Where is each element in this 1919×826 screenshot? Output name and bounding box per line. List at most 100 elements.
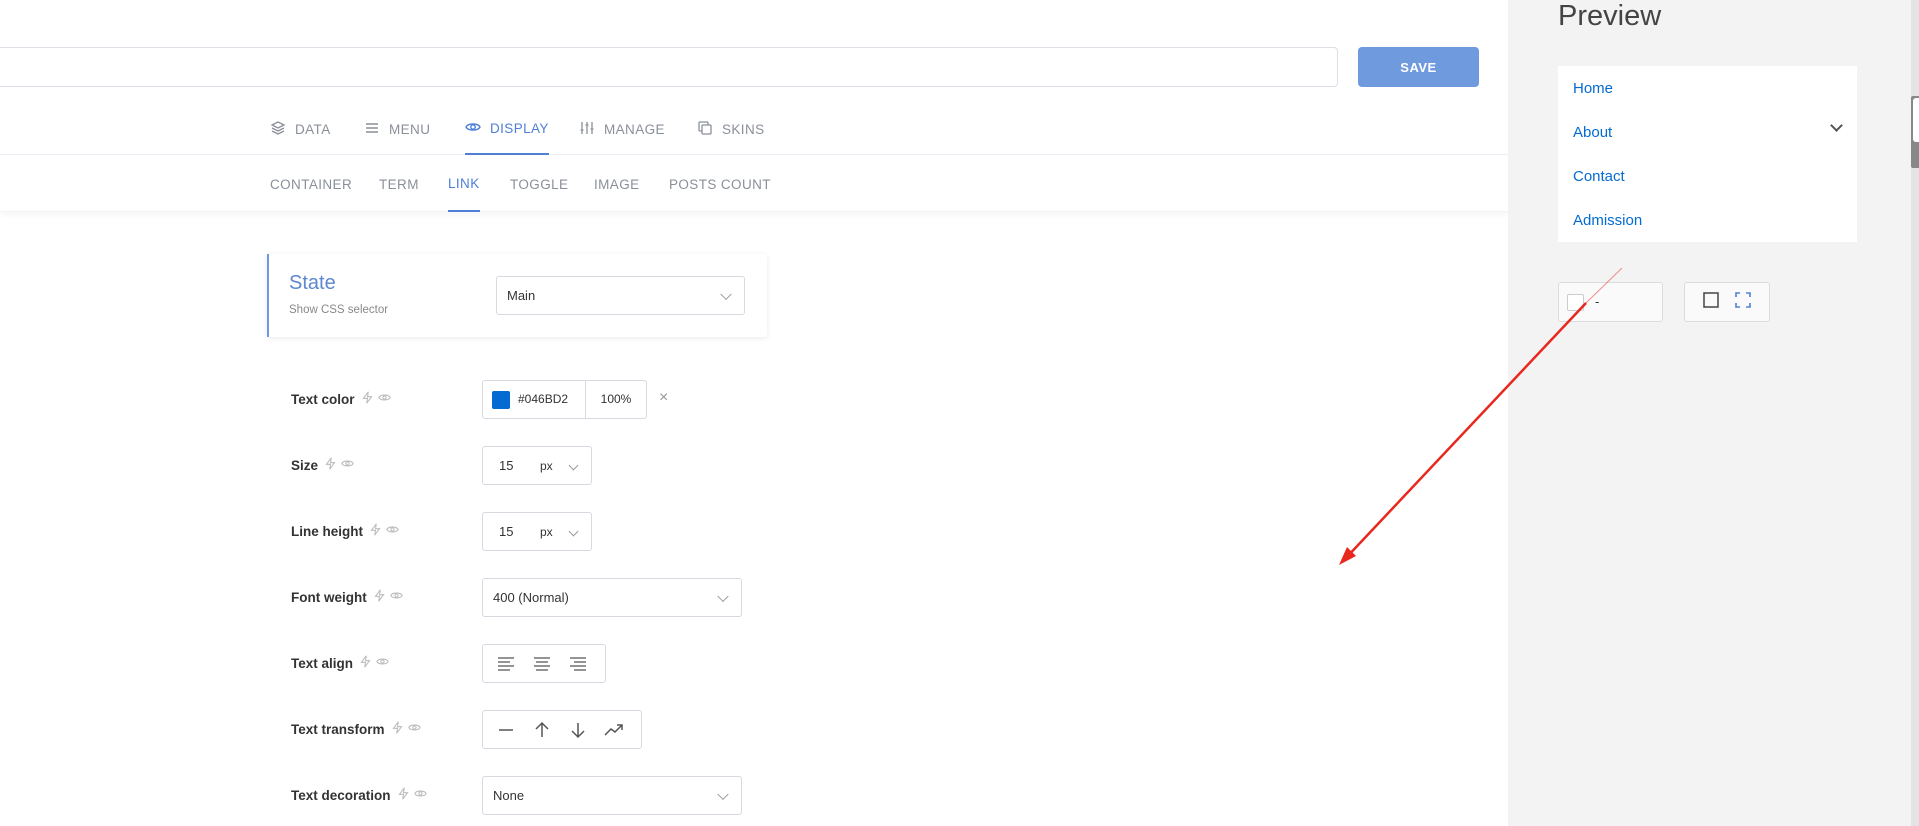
line-height-unit[interactable]: px xyxy=(540,525,553,539)
preview-width-value[interactable]: - xyxy=(1595,294,1599,309)
color-opacity-value[interactable]: 100% xyxy=(585,381,646,418)
tab-menu[interactable]: MENU xyxy=(364,104,430,155)
chevron-down-icon xyxy=(720,288,732,300)
preview-view-controls xyxy=(1684,282,1770,322)
main-tabs: DATA MENU DISPLAY MANAGE SKINS xyxy=(0,104,1508,155)
size-row: Size xyxy=(291,457,354,473)
eye-icon[interactable] xyxy=(407,721,421,737)
subtab-toggle[interactable]: TOGGLE xyxy=(510,156,568,212)
preview-title: Preview xyxy=(1558,0,1662,32)
line-height-value[interactable]: 15 xyxy=(499,524,513,539)
text-decoration-label: Text decoration xyxy=(291,787,391,803)
tab-data-label: DATA xyxy=(295,122,331,137)
chevron-down-icon xyxy=(568,526,579,537)
clear-color-icon[interactable]: × xyxy=(659,389,668,407)
eye-icon[interactable] xyxy=(413,787,427,803)
align-center-icon[interactable] xyxy=(527,649,557,679)
color-hex-value[interactable]: #046BD2 xyxy=(518,381,585,418)
tab-display-label: DISPLAY xyxy=(490,121,549,136)
fullscreen-icon[interactable] xyxy=(1734,291,1752,314)
state-title: State xyxy=(289,272,336,294)
eye-icon[interactable] xyxy=(376,655,389,671)
chevron-down-icon xyxy=(717,788,729,800)
show-css-selector-link[interactable]: Show CSS selector xyxy=(289,304,388,316)
text-color-row: Text color xyxy=(291,391,391,407)
text-transform-group xyxy=(482,710,642,749)
transform-none-icon[interactable] xyxy=(491,715,521,745)
copy-icon xyxy=(697,120,713,139)
state-select[interactable]: Main xyxy=(496,276,745,315)
bolt-icon[interactable] xyxy=(397,787,410,803)
chevron-down-icon xyxy=(568,460,579,471)
text-align-row: Text align xyxy=(291,655,389,671)
subtab-link[interactable]: LINK xyxy=(448,156,480,212)
size-input[interactable]: 15 px xyxy=(482,446,592,485)
sliders-icon xyxy=(579,120,595,139)
bolt-icon[interactable] xyxy=(359,655,372,671)
capitalize-trend-icon[interactable] xyxy=(599,715,629,745)
size-label: Size xyxy=(291,457,319,473)
bolt-icon[interactable] xyxy=(361,391,374,407)
state-select-value: Main xyxy=(507,288,536,303)
side-handle-inner[interactable] xyxy=(1913,98,1919,142)
align-left-icon[interactable] xyxy=(491,649,521,679)
text-decoration-value: None xyxy=(493,788,525,803)
sub-tabs: CONTAINER TERM LINK TOGGLE IMAGE POSTS C… xyxy=(0,156,1508,212)
tab-menu-label: MENU xyxy=(389,122,431,137)
subtab-posts-count[interactable]: POSTS COUNT xyxy=(669,156,771,212)
preview-panel: Preview Home About Contact Admission - xyxy=(1508,0,1919,826)
text-align-group xyxy=(482,644,606,683)
subtab-term[interactable]: TERM xyxy=(379,156,419,212)
lowercase-arrow-down-icon[interactable] xyxy=(563,715,593,745)
text-align-label: Text align xyxy=(291,655,354,671)
text-color-label: Text color xyxy=(291,391,355,407)
line-height-input[interactable]: 15 px xyxy=(482,512,592,551)
preview-menu-item-home[interactable]: Home xyxy=(1573,80,1613,97)
bolt-icon[interactable] xyxy=(324,457,337,473)
size-value[interactable]: 15 xyxy=(499,458,513,473)
tab-data[interactable]: DATA xyxy=(270,104,331,155)
layers-icon xyxy=(270,120,286,139)
preview-width-control[interactable]: - xyxy=(1558,282,1663,322)
preview-menu-item-about[interactable]: About xyxy=(1573,124,1612,141)
bolt-icon[interactable] xyxy=(391,721,404,737)
tab-manage[interactable]: MANAGE xyxy=(579,104,665,155)
font-weight-row: Font weight xyxy=(291,589,403,605)
eye-icon[interactable] xyxy=(386,523,399,539)
text-decoration-row: Text decoration xyxy=(291,787,427,803)
preview-menu: Home About Contact Admission xyxy=(1558,66,1857,242)
align-right-icon[interactable] xyxy=(563,649,593,679)
subtab-container[interactable]: CONTAINER xyxy=(270,156,352,212)
uppercase-arrow-up-icon[interactable] xyxy=(527,715,557,745)
line-height-label: Line height xyxy=(291,523,363,539)
chevron-down-icon xyxy=(717,590,729,602)
state-card: State Show CSS selector Main xyxy=(267,254,767,337)
preview-menu-item-contact[interactable]: Contact xyxy=(1573,168,1625,185)
editor-panel: SAVE DATA MENU DISPLAY MANAGE SKINS CONT… xyxy=(0,0,1508,826)
preview-menu-item-admission[interactable]: Admission xyxy=(1573,212,1642,229)
bolt-icon[interactable] xyxy=(373,589,386,605)
text-decoration-select[interactable]: None xyxy=(482,776,742,815)
eye-icon[interactable] xyxy=(377,391,391,407)
eye-icon[interactable] xyxy=(341,457,354,473)
color-swatch[interactable] xyxy=(492,391,510,409)
eye-icon[interactable] xyxy=(389,589,403,605)
chevron-down-icon[interactable] xyxy=(1830,119,1843,132)
tab-skins-label: SKINS xyxy=(722,122,765,137)
subtab-image[interactable]: IMAGE xyxy=(594,156,640,212)
line-height-row: Line height xyxy=(291,523,399,539)
bolt-icon[interactable] xyxy=(369,523,382,539)
tab-skins[interactable]: SKINS xyxy=(697,104,765,155)
text-transform-row: Text transform xyxy=(291,721,421,737)
font-weight-label: Font weight xyxy=(291,589,367,605)
tab-manage-label: MANAGE xyxy=(604,122,665,137)
save-button[interactable]: SAVE xyxy=(1358,47,1479,87)
tab-display[interactable]: DISPLAY xyxy=(465,104,549,155)
eye-icon xyxy=(465,119,481,138)
text-color-picker[interactable]: #046BD2 100% xyxy=(482,380,647,419)
title-input[interactable] xyxy=(0,47,1338,87)
preview-checkbox[interactable] xyxy=(1567,294,1584,311)
square-icon[interactable] xyxy=(1702,291,1720,314)
font-weight-select[interactable]: 400 (Normal) xyxy=(482,578,742,617)
size-unit[interactable]: px xyxy=(540,459,553,473)
